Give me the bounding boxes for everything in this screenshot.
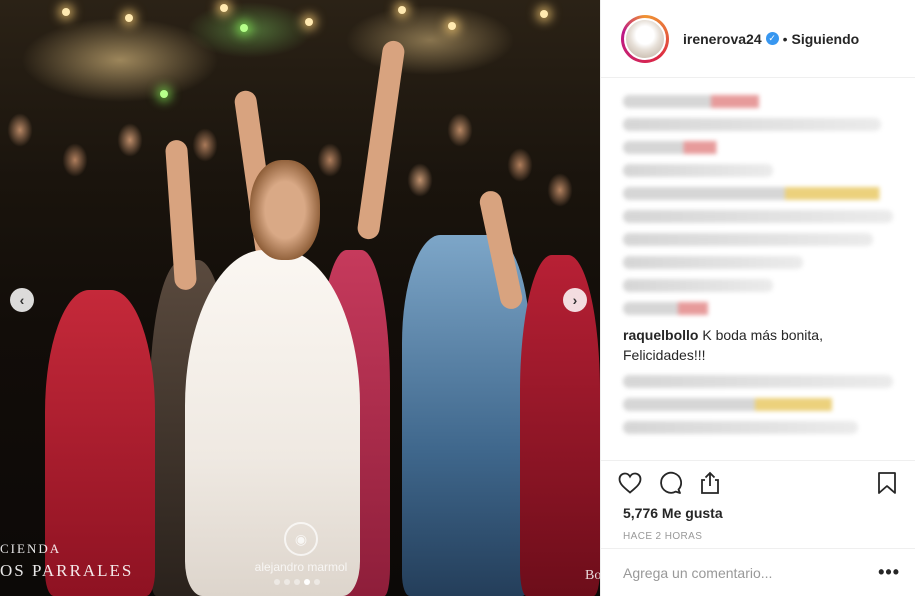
- share-icon[interactable]: [697, 470, 723, 496]
- post-header: irenerova24 ✓ • Siguiendo: [601, 0, 915, 78]
- story-ring[interactable]: [621, 14, 669, 63]
- comment-redacted: [623, 164, 773, 177]
- comments-list[interactable]: raquelbollo K boda más bonita, Felicidad…: [601, 79, 915, 460]
- like-heart-icon[interactable]: [617, 470, 643, 496]
- carousel-prev-button[interactable]: ‹: [10, 288, 34, 312]
- header-separator: •: [782, 30, 788, 47]
- post-side-panel: irenerova24 ✓ • Siguiendo raquelbollo K …: [600, 0, 915, 596]
- carousel-dot: [284, 579, 290, 585]
- string-light: [240, 24, 248, 32]
- chevron-right-icon: ›: [572, 292, 578, 308]
- carousel-dot: [294, 579, 300, 585]
- bookmark-icon[interactable]: [874, 470, 900, 496]
- eye-logo-icon: ◉: [284, 522, 318, 556]
- post-actions: 5,776 Me gusta HACE 2 HORAS: [601, 460, 915, 548]
- photographer-watermark: ◉ alejandro marmol: [236, 522, 366, 574]
- carousel-indicator: [274, 579, 320, 585]
- comment-redacted: [623, 279, 773, 292]
- venue-watermark-line2: OS PARRALES: [0, 561, 134, 580]
- bride-head: [250, 160, 320, 260]
- string-light: [448, 22, 456, 30]
- photographer-watermark-text: alejandro marmol: [254, 560, 348, 574]
- string-light: [125, 14, 133, 22]
- comment-redacted: [623, 398, 843, 411]
- post-photo[interactable]: ‹ › CIENDA OS PARRALES ◉ alejandro marmo…: [0, 0, 600, 596]
- string-light: [305, 18, 313, 26]
- comment-redacted: [623, 233, 873, 246]
- venue-watermark-line1: CIENDA: [0, 541, 62, 556]
- carousel-dot-active: [304, 579, 310, 585]
- comment-redacted: [623, 375, 893, 388]
- carousel-next-button[interactable]: ›: [563, 288, 587, 312]
- string-light: [398, 6, 406, 14]
- comment-item: raquelbollo K boda más bonita, Felicidad…: [623, 325, 896, 365]
- carousel-dot: [274, 579, 280, 585]
- comment-redacted: [623, 302, 723, 315]
- comment-redacted: [623, 256, 803, 269]
- comment-redacted: [623, 141, 733, 154]
- likes-count[interactable]: 5,776 Me gusta: [623, 505, 900, 521]
- string-light: [540, 10, 548, 18]
- add-comment-input[interactable]: Agrega un comentario...: [623, 565, 878, 581]
- corner-watermark: Bo: [585, 568, 600, 583]
- venue-watermark: CIENDA OS PARRALES: [0, 538, 133, 582]
- comment-username[interactable]: raquelbollo: [623, 327, 698, 343]
- chevron-left-icon: ‹: [19, 292, 25, 308]
- comment-redacted: [623, 210, 893, 223]
- string-light: [62, 8, 70, 16]
- comment-redacted: [623, 421, 858, 434]
- comment-redacted: [623, 95, 783, 108]
- avatar[interactable]: [624, 17, 666, 60]
- verified-badge-icon: ✓: [765, 32, 779, 45]
- guest-figure: [520, 255, 600, 596]
- username-link[interactable]: irenerova24: [683, 31, 762, 47]
- action-icons: [617, 463, 900, 503]
- following-button[interactable]: Siguiendo: [792, 31, 860, 47]
- carousel-dot: [314, 579, 320, 585]
- add-comment-bar: Agrega un comentario... •••: [601, 548, 915, 596]
- post-timestamp[interactable]: HACE 2 HORAS: [623, 531, 900, 542]
- more-options-icon[interactable]: •••: [878, 562, 900, 583]
- comment-redacted: [623, 187, 893, 200]
- comment-redacted: [623, 118, 881, 131]
- comment-bubble-icon[interactable]: [657, 470, 683, 496]
- string-light: [220, 4, 228, 12]
